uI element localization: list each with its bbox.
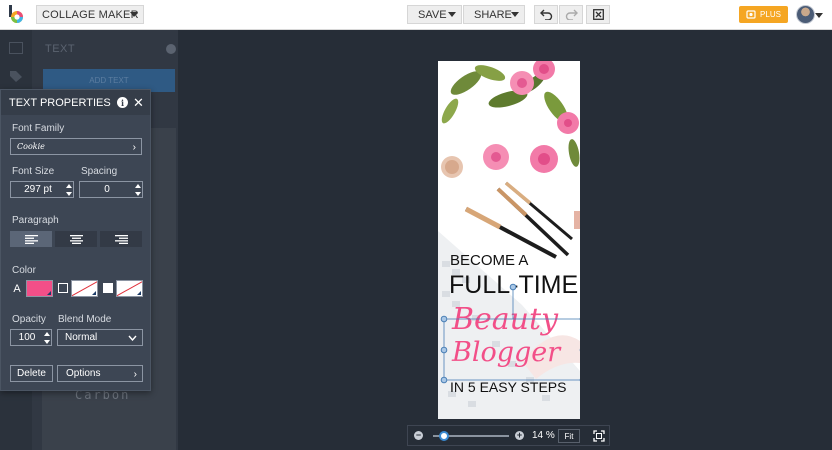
share-button[interactable]: SHARE <box>463 5 525 24</box>
undo-icon <box>539 9 552 20</box>
share-label: SHARE <box>474 8 512 21</box>
undo-button[interactable] <box>534 5 558 24</box>
opacity-stepper[interactable]: 100 <box>10 329 52 346</box>
paragraph-label: Paragraph <box>12 215 59 226</box>
options-label: Options <box>66 368 101 379</box>
chevron-right-icon: › <box>132 142 136 153</box>
image-icon[interactable] <box>9 42 23 54</box>
stepper-arrows-icon[interactable] <box>44 332 50 344</box>
resize-handle[interactable] <box>440 346 448 354</box>
swatch-dropdown-icon <box>47 291 51 295</box>
chevron-down-icon <box>448 12 456 17</box>
chevron-right-icon: › <box>133 369 137 380</box>
text-properties-panel: TEXT PROPERTIES i ✕ Font Family Cookie ›… <box>0 89 151 391</box>
fit-button[interactable]: Fit <box>558 429 580 443</box>
blend-mode-value: Normal <box>65 332 98 343</box>
align-left-button[interactable] <box>10 231 52 247</box>
color-label: Color <box>12 265 36 276</box>
fullscreen-icon[interactable] <box>593 430 605 442</box>
chevron-down-icon[interactable] <box>815 13 823 18</box>
stepper-arrows-icon[interactable] <box>135 184 141 196</box>
chevron-down-icon <box>130 12 138 17</box>
redo-icon <box>565 9 578 20</box>
headline-line-3[interactable]: Beauty <box>451 302 559 337</box>
zoom-controls: − + 14 % Fit <box>407 425 610 446</box>
design-artwork: BECOME A FULL-TIME Beauty Blogger IN 5 E… <box>438 61 580 419</box>
swatch-dropdown-icon <box>137 291 141 295</box>
font-family-select[interactable]: Cookie › <box>10 138 142 155</box>
align-right-button[interactable] <box>100 231 142 247</box>
plus-label: PLUS <box>760 10 781 19</box>
spacing-label: Spacing <box>81 166 118 177</box>
rotate-handle[interactable] <box>509 283 517 291</box>
crown-icon <box>746 10 756 19</box>
align-center-icon <box>69 234 83 244</box>
tag-icon[interactable] <box>9 70 23 82</box>
resize-handle[interactable] <box>440 376 448 384</box>
options-button[interactable]: Options › <box>57 365 143 382</box>
spacing-stepper[interactable]: 0 <box>79 181 143 198</box>
save-label: SAVE <box>418 8 447 21</box>
app-mode-label: COLLAGE MAKER <box>42 8 139 21</box>
zoom-out-icon[interactable]: − <box>414 431 423 440</box>
chevron-down-icon <box>128 335 137 341</box>
info-icon[interactable]: i <box>117 97 128 108</box>
save-button[interactable]: SAVE <box>407 5 462 24</box>
font-family-value: Cookie <box>17 142 45 151</box>
zoom-percent: 14 % <box>532 430 555 441</box>
outline-color-icon <box>58 283 68 293</box>
text-color-letter: A <box>13 282 21 295</box>
headline-line-1[interactable]: BECOME A <box>450 252 528 269</box>
font-size-stepper[interactable]: 297 pt <box>10 181 74 198</box>
text-properties-title: TEXT PROPERTIES <box>9 97 111 109</box>
font-size-value: 297 pt <box>24 184 52 195</box>
align-left-icon <box>24 234 38 244</box>
swatch-dropdown-icon <box>92 291 96 295</box>
headline-line-4[interactable]: Blogger <box>451 337 562 368</box>
delete-button[interactable]: Delete <box>10 365 53 382</box>
close-icon[interactable]: ✕ <box>133 95 144 111</box>
text-color-swatch[interactable] <box>26 280 53 297</box>
top-bar: COLLAGE MAKER SAVE SHARE PLUS <box>0 0 832 30</box>
align-right-icon <box>114 234 128 244</box>
background-color-swatch[interactable] <box>116 280 143 297</box>
close-icon <box>592 9 604 20</box>
blend-mode-label: Blend Mode <box>58 314 112 325</box>
text-panel-title: TEXT <box>45 43 76 55</box>
delete-label: Delete <box>17 368 46 379</box>
design-canvas[interactable]: BECOME A FULL-TIME Beauty Blogger IN 5 E… <box>438 61 580 419</box>
close-project-button[interactable] <box>586 5 610 24</box>
text-properties-header: TEXT PROPERTIES i ✕ <box>1 90 150 115</box>
redo-button[interactable] <box>559 5 583 24</box>
spacing-value: 0 <box>104 184 110 195</box>
outline-color-swatch[interactable] <box>71 280 98 297</box>
background-color-icon <box>103 283 113 293</box>
avatar[interactable] <box>796 5 815 24</box>
info-icon[interactable] <box>166 44 176 54</box>
stepper-arrows-icon[interactable] <box>66 184 72 196</box>
resize-handle[interactable] <box>440 315 448 323</box>
opacity-value: 100 <box>18 332 36 343</box>
app-mode-select[interactable]: COLLAGE MAKER <box>36 5 144 24</box>
chevron-down-icon <box>511 12 519 17</box>
font-size-label: Font Size <box>12 166 55 177</box>
opacity-label: Opacity <box>12 314 46 325</box>
logo-icon[interactable] <box>8 5 25 24</box>
headline-line-5[interactable]: IN 5 EASY STEPS <box>450 379 566 395</box>
zoom-slider-handle[interactable] <box>438 431 449 441</box>
plus-upgrade-button[interactable]: PLUS <box>739 6 788 23</box>
blend-mode-select[interactable]: Normal <box>57 329 143 346</box>
align-center-button[interactable] <box>55 231 97 247</box>
font-family-label: Font Family <box>12 123 65 134</box>
zoom-in-icon[interactable]: + <box>515 431 524 440</box>
